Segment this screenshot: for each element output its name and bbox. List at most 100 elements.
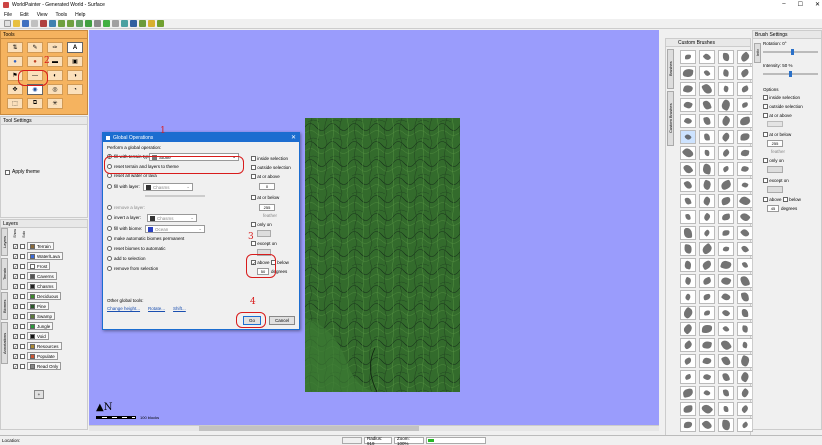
- layer-solo-checkbox[interactable]: [20, 313, 25, 319]
- tool-tree[interactable]: ✳: [47, 98, 63, 109]
- radio-fill-layer[interactable]: [107, 184, 112, 189]
- filter-only-on[interactable]: only on: [251, 222, 272, 227]
- fill-layer-select[interactable]: Chasms ⌄: [143, 183, 193, 191]
- brush-cell[interactable]: [737, 306, 753, 320]
- compass-icon[interactable]: [121, 20, 128, 27]
- brush-cell[interactable]: [680, 386, 696, 400]
- brush-cell[interactable]: [699, 322, 715, 336]
- layer-button[interactable]: Void: [27, 332, 49, 340]
- bs-slope-below-checkbox[interactable]: [782, 197, 788, 202]
- new-icon[interactable]: [4, 20, 11, 27]
- tool-image[interactable]: ▣: [67, 56, 83, 67]
- layer-button[interactable]: Swamp: [27, 312, 56, 320]
- brush-cell[interactable]: [737, 226, 753, 240]
- above-value-input[interactable]: 0: [259, 183, 275, 190]
- brush-cell[interactable]: [737, 322, 753, 336]
- side-tab-terrain[interactable]: Terrain: [1, 258, 8, 290]
- menu-help[interactable]: Help: [75, 12, 85, 18]
- layer-solo-checkbox[interactable]: [20, 333, 25, 339]
- brush-cell[interactable]: [699, 370, 715, 384]
- brush-cell[interactable]: [737, 162, 753, 176]
- brush-cell[interactable]: [718, 370, 734, 384]
- op-remove-selection[interactable]: remove from selection: [107, 266, 158, 271]
- maximize-button[interactable]: ☐: [798, 1, 803, 8]
- brush-cell[interactable]: [699, 306, 715, 320]
- layer-show-checkbox[interactable]: ✓: [13, 283, 18, 289]
- cancel-button[interactable]: Cancel: [269, 316, 295, 325]
- filter-outside-selection[interactable]: outside selection: [251, 165, 291, 170]
- layer-show-checkbox[interactable]: ✓: [13, 333, 18, 339]
- layer-show-checkbox[interactable]: ✓: [13, 313, 18, 319]
- op-add-selection[interactable]: add to selection: [107, 256, 146, 261]
- brush-cell[interactable]: [737, 146, 753, 160]
- brush-cell[interactable]: [699, 338, 715, 352]
- brush-cell[interactable]: [680, 290, 696, 304]
- brush-cell[interactable]: [718, 242, 734, 256]
- tool-level[interactable]: ◑: [67, 70, 83, 81]
- layer-show-checkbox[interactable]: ✓: [13, 243, 18, 249]
- shift-link[interactable]: Shift...: [173, 306, 186, 311]
- filter-inside-selection[interactable]: inside selection: [251, 156, 288, 161]
- bs-except-on-picker[interactable]: [767, 186, 783, 193]
- brush-cell[interactable]: [737, 258, 753, 272]
- brush-cell[interactable]: [737, 402, 753, 416]
- brush-cell[interactable]: [699, 98, 715, 112]
- bs-above-input[interactable]: [767, 121, 783, 127]
- layer-show-checkbox[interactable]: ✓: [13, 363, 18, 369]
- terrain-map[interactable]: [305, 118, 460, 392]
- undo-icon[interactable]: [40, 20, 47, 27]
- tool-spray[interactable]: ✑: [47, 42, 63, 53]
- brush-cell[interactable]: [718, 418, 734, 432]
- only-on-picker[interactable]: [257, 230, 271, 237]
- menu-file[interactable]: File: [4, 12, 12, 18]
- brush-cell[interactable]: [699, 130, 715, 144]
- bs-below-checkbox[interactable]: [763, 132, 768, 137]
- brush-cell[interactable]: [699, 162, 715, 176]
- brush-cell[interactable]: [680, 322, 696, 336]
- rotation-slider[interactable]: [763, 49, 818, 55]
- biome-icon[interactable]: [157, 20, 164, 27]
- brush-cell[interactable]: [680, 98, 696, 112]
- only-on-checkbox[interactable]: [251, 222, 256, 227]
- layer-slider[interactable]: [145, 195, 205, 197]
- layer-show-checkbox[interactable]: ✓: [13, 323, 18, 329]
- brush-cell[interactable]: [718, 194, 734, 208]
- filter-at-or-above[interactable]: at or above: [251, 174, 280, 179]
- inside-selection-checkbox[interactable]: [251, 156, 256, 161]
- brush-cell[interactable]: [699, 354, 715, 368]
- brush-cell[interactable]: [737, 178, 753, 192]
- layer-button[interactable]: Frost: [27, 262, 51, 270]
- brush-cell[interactable]: [718, 50, 734, 64]
- radio-invert-layer[interactable]: [107, 215, 112, 220]
- brush-cell[interactable]: [718, 338, 734, 352]
- layer-button[interactable]: Pine: [27, 302, 50, 310]
- layer-show-checkbox[interactable]: ✓: [13, 273, 18, 279]
- layer-show-checkbox[interactable]: ✓: [13, 353, 18, 359]
- brush-cell[interactable]: [680, 226, 696, 240]
- global-ops-icon[interactable]: [130, 20, 137, 27]
- zoom-in-icon[interactable]: [58, 20, 65, 27]
- change-height-link[interactable]: Change height...: [107, 306, 140, 311]
- brush-cell[interactable]: [737, 114, 753, 128]
- brush-cell[interactable]: [680, 114, 696, 128]
- invert-layer-select[interactable]: Chasms ⌄: [147, 214, 197, 222]
- brush-cell[interactable]: [718, 402, 734, 416]
- brush-cell[interactable]: [718, 386, 734, 400]
- op-invert-layer[interactable]: invert a layer:: [107, 215, 141, 220]
- intensity-slider[interactable]: [763, 71, 818, 77]
- brush-cell[interactable]: [718, 354, 734, 368]
- bs-inside-checkbox[interactable]: [763, 95, 768, 100]
- brush-cell[interactable]: [699, 290, 715, 304]
- layer-solo-checkbox[interactable]: [20, 243, 25, 249]
- brush-cell[interactable]: [737, 338, 753, 352]
- biome-select[interactable]: Ocean ⌄: [145, 225, 205, 233]
- op-reset-biomes[interactable]: reset biomes to automatic: [107, 246, 166, 251]
- dialog-close-button[interactable]: ✕: [291, 134, 296, 141]
- brush-cell[interactable]: [680, 370, 696, 384]
- tool-height[interactable]: ⇅: [7, 42, 23, 53]
- brush-cell[interactable]: [680, 162, 696, 176]
- h-scroll-thumb[interactable]: [199, 426, 419, 431]
- tool-pencil[interactable]: ✎: [27, 42, 43, 53]
- radio-make-auto[interactable]: [107, 236, 112, 241]
- brush-cell[interactable]: [680, 82, 696, 96]
